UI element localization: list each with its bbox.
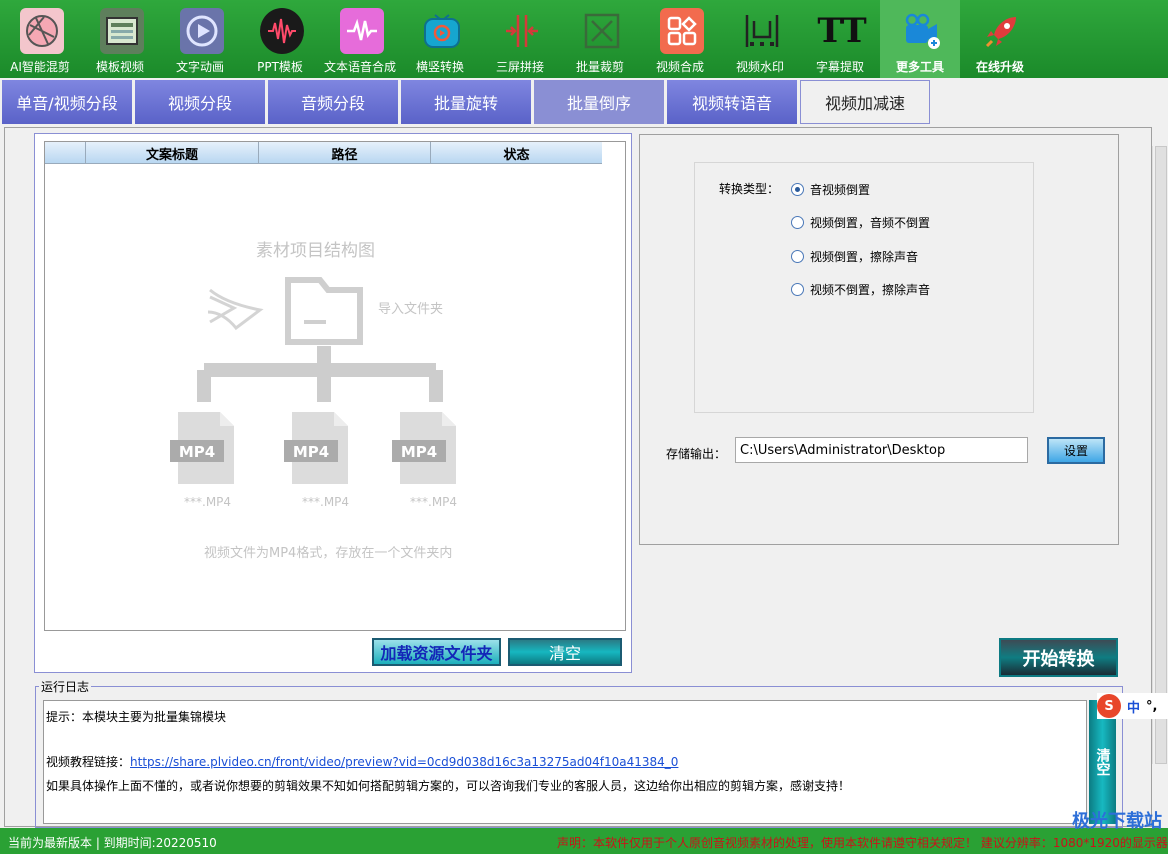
radio-reverse-video-only[interactable]: 视频倒置，音频不倒置 — [791, 214, 930, 230]
merge-icon — [660, 8, 704, 54]
top-toolbar: AI智能混剪 模板视频 文字动画 PPT模板 文本语音合成 横竖转换 三屏拼接 … — [0, 0, 1168, 78]
log-line: 提示：本模块主要为批量集锦模块 — [46, 710, 227, 724]
tab-audio-segment[interactable]: 音频分段 — [268, 80, 398, 124]
scrollbar-thumb[interactable] — [1155, 146, 1167, 764]
radio-empty-icon — [791, 249, 804, 263]
log-line: 如果具体操作上面不懂的，或者说你想要的剪辑效果不知如何搭配剪辑方案的，可以咨询我… — [46, 779, 851, 793]
film-icon — [180, 8, 224, 54]
log-textarea[interactable]: 提示：本模块主要为批量集锦模块 视频教程链接：https://share.plv… — [43, 700, 1087, 824]
template-icon — [100, 8, 144, 54]
crop-icon — [580, 8, 624, 54]
column-status[interactable]: 状态 — [430, 142, 602, 164]
tool-label: 字幕提取 — [815, 60, 864, 74]
ime-lang: 中 — [1127, 700, 1141, 716]
tool-text-animation[interactable]: 文字动画 — [160, 0, 240, 78]
status-bar: 当前为最新版本 | 到期时间:20220510 声明：本软件仅用于个人原创音视频… — [0, 828, 1168, 854]
mp4-badge: MP4 — [292, 443, 330, 461]
tab-batch-reverse[interactable]: 批量倒序 — [534, 80, 664, 124]
arrow-icon — [207, 288, 264, 331]
voice-icon — [340, 8, 384, 54]
tab-video-speed[interactable]: 视频加减速 — [800, 80, 930, 124]
tool-ai-mix[interactable]: AI智能混剪 — [0, 0, 80, 78]
camera-icon — [900, 8, 944, 54]
folder-icon — [285, 277, 363, 345]
wave-icon — [260, 8, 304, 54]
tool-label: AI智能混剪 — [10, 60, 70, 74]
load-folder-button[interactable]: 加载资源文件夹 — [372, 638, 501, 666]
file-list-header: 文案标题 路径 状态 — [45, 142, 602, 164]
tab-batch-rotate[interactable]: 批量旋转 — [401, 80, 531, 124]
function-tabs: 单音/视频分段 视频分段 音频分段 批量旋转 批量倒序 视频转语音 视频加减速 — [0, 78, 1168, 126]
tab-video-to-audio[interactable]: 视频转语音 — [667, 80, 797, 124]
ball-icon — [20, 8, 64, 54]
import-folder-text: 导入文件夹 — [378, 302, 444, 317]
site-watermark: 极光下载站 — [1072, 811, 1162, 832]
tool-label: 视频水印 — [735, 60, 784, 74]
tool-label: 三屏拼接 — [495, 60, 544, 74]
tool-label: 模板视频 — [95, 60, 144, 74]
tool-more-tools[interactable]: 更多工具 — [880, 0, 960, 78]
mp4-file-label: ***.MP4 — [410, 495, 458, 509]
tool-label: 批量裁剪 — [575, 60, 624, 74]
tool-label: 更多工具 — [895, 60, 944, 74]
tool-watermark[interactable]: 视频水印 — [720, 0, 800, 78]
output-label: 存储输出： — [666, 447, 727, 461]
radio-label: 视频倒置，音频不倒置 — [810, 215, 931, 230]
structure-title: 素材项目结构图 — [256, 241, 375, 261]
tool-template-video[interactable]: 模板视频 — [80, 0, 160, 78]
conversion-type-label: 转换类型： — [719, 182, 780, 196]
sogou-icon: S — [1097, 694, 1121, 718]
radio-mute-only[interactable]: 视频不倒置，擦除声音 — [791, 281, 930, 297]
column-title[interactable]: 文案标题 — [85, 142, 258, 164]
tool-video-merge[interactable]: 视频合成 — [640, 0, 720, 78]
tool-label: 在线升级 — [975, 60, 1024, 74]
tab-video-segment[interactable]: 视频分段 — [135, 80, 265, 124]
radio-reverse-av[interactable]: 音视频倒置 — [791, 181, 870, 197]
log-line: 视频教程链接：https://share.plvideo.cn/front/vi… — [46, 753, 678, 770]
tool-label: PPT模板 — [257, 60, 303, 74]
mp4-file-label: ***.MP4 — [184, 495, 232, 509]
start-convert-button[interactable]: 开始转换 — [999, 638, 1118, 677]
tool-online-upgrade[interactable]: 在线升级 — [960, 0, 1040, 78]
tool-three-screen[interactable]: 三屏拼接 — [480, 0, 560, 78]
tutorial-link[interactable]: https://share.plvideo.cn/front/video/pre… — [130, 755, 678, 769]
column-path[interactable]: 路径 — [258, 142, 430, 164]
tool-subtitle-extract[interactable]: TT 字幕提取 — [800, 0, 880, 78]
tool-label: 文字动画 — [175, 60, 224, 74]
version-status: 当前为最新版本 | 到期时间:20220510 — [8, 836, 217, 850]
set-output-button[interactable]: 设置 — [1047, 437, 1105, 464]
radio-selected-icon — [791, 182, 804, 196]
radio-label: 视频不倒置，擦除声音 — [810, 282, 931, 297]
tool-label: 视频合成 — [655, 60, 704, 74]
split-icon — [500, 8, 544, 54]
tool-label: 文本语音合成 — [323, 60, 396, 74]
radio-label: 音视频倒置 — [810, 182, 871, 197]
mp4-format-hint: 视频文件为MP4格式，存放在一个文件夹内 — [204, 546, 453, 561]
tool-orientation[interactable]: 横竖转换 — [400, 0, 480, 78]
ime-indicator[interactable]: S 中 °, — [1097, 693, 1168, 719]
mp4-file-label: ***.MP4 — [302, 495, 350, 509]
tool-label: 横竖转换 — [415, 60, 464, 74]
rocket-icon — [980, 8, 1024, 54]
tool-tts[interactable]: 文本语音合成 — [320, 0, 400, 78]
ime-punct: °, — [1146, 698, 1158, 714]
tool-ppt-template[interactable]: PPT模板 — [240, 0, 320, 78]
output-path-field[interactable] — [735, 437, 1028, 463]
tv-icon — [420, 8, 464, 54]
watermark-icon — [740, 8, 784, 54]
radio-label: 视频倒置，擦除声音 — [810, 249, 919, 264]
mp4-badge: MP4 — [178, 443, 216, 461]
radio-empty-icon — [791, 282, 804, 296]
vertical-scrollbar[interactable] — [1152, 146, 1168, 764]
text-icon: TT — [817, 11, 867, 51]
mp4-badge: MP4 — [400, 443, 438, 461]
radio-reverse-video-mute[interactable]: 视频倒置，擦除声音 — [791, 248, 918, 264]
log-link-prefix: 视频教程链接： — [46, 755, 131, 769]
clear-list-button[interactable]: 清空 — [508, 638, 622, 666]
tab-single-av-segment[interactable]: 单音/视频分段 — [2, 80, 132, 124]
tool-batch-crop[interactable]: 批量裁剪 — [560, 0, 640, 78]
log-title: 运行日志 — [39, 678, 92, 695]
radio-empty-icon — [791, 215, 804, 229]
